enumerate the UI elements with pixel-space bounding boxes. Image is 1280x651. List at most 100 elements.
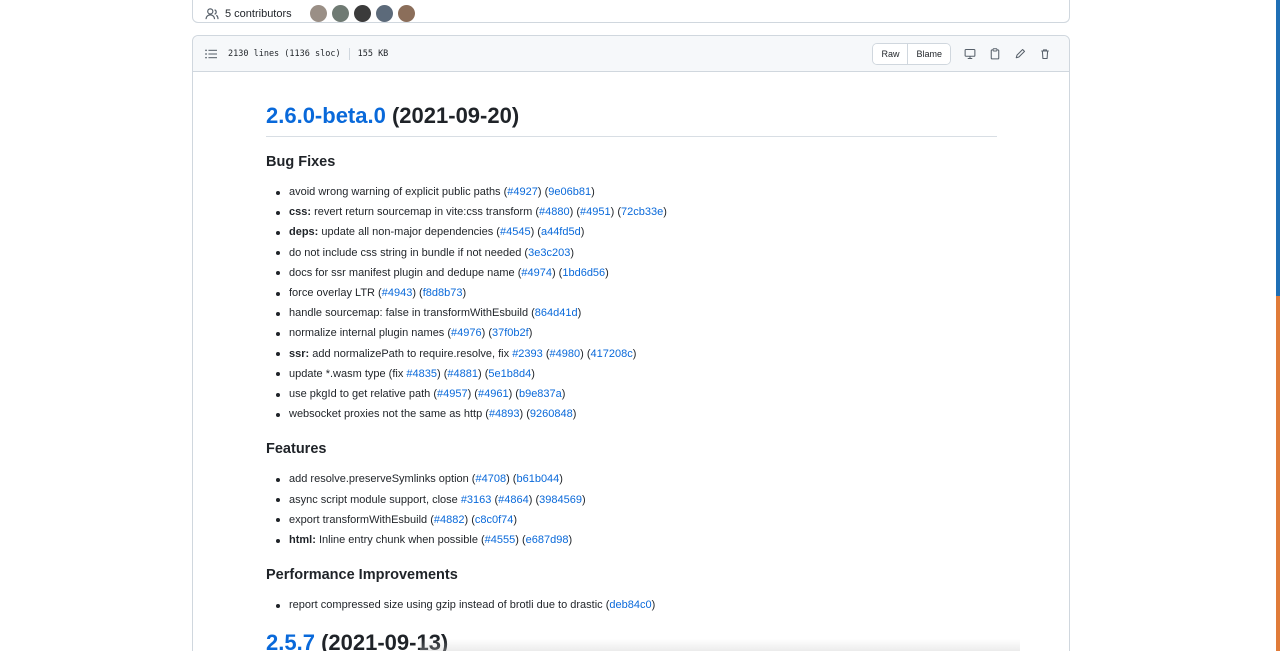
item-text: ) xyxy=(580,226,585,239)
commit-link[interactable]: 3984569 xyxy=(539,494,582,506)
avatar[interactable] xyxy=(397,5,415,22)
scope-label: deps: xyxy=(289,226,319,239)
issue-link[interactable]: #4976 xyxy=(451,327,482,339)
list-item: update *.wasm type (fix #4835) (#4881) (… xyxy=(266,364,997,384)
commit-link[interactable]: b61b044 xyxy=(516,473,559,485)
item-text: ) ( xyxy=(551,266,563,279)
blame-button[interactable]: Blame xyxy=(907,43,950,64)
list-item: normalize internal plugin names (#4976) … xyxy=(266,323,997,343)
issue-link[interactable]: #4708 xyxy=(475,473,506,485)
raw-button[interactable]: Raw xyxy=(873,43,908,64)
avatar[interactable] xyxy=(375,5,393,22)
commit-link[interactable]: 417208c xyxy=(591,348,633,360)
scope-label: html: xyxy=(289,534,316,547)
commit-link[interactable]: 5e1b8d4 xyxy=(488,368,531,380)
issue-link[interactable]: #4880 xyxy=(539,206,570,218)
file-header: 2130 lines (1136 sloc) 155 KB Raw Blame xyxy=(193,36,1069,72)
item-text: ) ( xyxy=(506,473,517,486)
commit-link[interactable]: 37f0b2f xyxy=(492,327,529,339)
contributors-row[interactable]: 5 contributors xyxy=(205,5,415,22)
issue-link[interactable]: #4957 xyxy=(437,388,468,400)
commit-link[interactable]: 9260848 xyxy=(530,408,573,420)
scope-label: ssr: xyxy=(289,347,310,360)
release-sections: Bug Fixes avoid wrong warning of explicit… xyxy=(266,154,997,615)
item-text: ) ( xyxy=(569,206,581,219)
item-text: ) ( xyxy=(537,186,549,198)
issue-link[interactable]: #4835 xyxy=(406,368,437,380)
issue-link[interactable]: #4951 xyxy=(580,206,611,218)
contributor-avatars xyxy=(309,5,415,22)
item-text: ) xyxy=(570,246,574,259)
item-text: ) ( xyxy=(436,367,448,380)
list-item: docs for ssr manifest plugin and dedupe … xyxy=(266,263,997,283)
section-heading: Bug Fixes xyxy=(266,154,336,170)
list-unordered-icon[interactable] xyxy=(205,48,217,59)
list-item: handle sourcemap: false in transformWith… xyxy=(266,303,997,323)
list-item: do not include css string in bundle if n… xyxy=(266,243,997,263)
contributors-count[interactable]: 5 contributors xyxy=(225,8,292,20)
commit-link[interactable]: 9e06b81 xyxy=(548,186,591,198)
trash-icon[interactable] xyxy=(1032,44,1057,64)
issue-link[interactable]: #4882 xyxy=(434,514,465,526)
item-text: ) xyxy=(663,206,667,219)
window-edge-accent xyxy=(1276,0,1280,296)
item-text: ) xyxy=(559,473,563,486)
issue-link[interactable]: #4961 xyxy=(478,388,509,400)
item-text: ) ( xyxy=(464,513,475,526)
item-text: ) ( xyxy=(515,534,526,547)
issue-link[interactable]: #4555 xyxy=(485,534,516,546)
display-icon[interactable] xyxy=(957,44,982,64)
item-text: add normalizePath to require.resolve, fi… xyxy=(309,347,513,360)
item-text: ) ( xyxy=(610,206,622,219)
list-item: async script module support, close #3163… xyxy=(266,490,997,510)
release-heading: 2.6.0-beta.0 (2021-09-20) xyxy=(266,100,997,137)
issue-link[interactable]: #4545 xyxy=(500,226,531,238)
commit-link[interactable]: e687d98 xyxy=(526,534,569,546)
file-actions: Raw Blame xyxy=(872,42,1057,65)
copy-icon[interactable] xyxy=(982,44,1007,64)
commit-link[interactable]: 3e3c203 xyxy=(528,247,570,259)
release-version-link[interactable]: 2.6.0-beta.0 xyxy=(266,103,386,128)
commit-link[interactable]: c8c0f74 xyxy=(475,514,514,526)
list-item: html: Inline entry chunk when possible (… xyxy=(266,530,997,550)
item-text: force overlay LTR ( xyxy=(289,287,382,300)
item-text: ) ( xyxy=(481,327,493,340)
item-text: update *.wasm type (fix xyxy=(289,367,407,380)
issue-link[interactable]: #3163 xyxy=(461,494,492,506)
item-text: normalize internal plugin names ( xyxy=(289,327,452,340)
item-text: ) ( xyxy=(508,388,519,401)
issue-link[interactable]: #4893 xyxy=(489,408,520,420)
list-item: css: revert return sourcemap in vite:css… xyxy=(266,202,997,222)
item-text: ) xyxy=(605,266,609,279)
pencil-icon[interactable] xyxy=(1007,44,1032,64)
issue-link[interactable]: #4943 xyxy=(382,287,413,299)
item-text: handle sourcemap: false in transformWith… xyxy=(289,307,535,320)
issue-link[interactable]: #2393 xyxy=(512,348,543,360)
issue-link[interactable]: #4974 xyxy=(521,267,552,279)
commit-link[interactable]: b9e837a xyxy=(519,388,562,400)
next-release-version-link[interactable]: 2.5.7 xyxy=(266,630,315,651)
commit-link[interactable]: 1bd6d56 xyxy=(562,267,605,279)
change-list: report compressed size using gzip instea… xyxy=(266,595,997,615)
section-heading: Features xyxy=(266,441,327,458)
contributors-card: 5 contributors xyxy=(192,0,1070,23)
issue-link[interactable]: #4864 xyxy=(498,494,529,506)
divider xyxy=(348,47,350,60)
commit-link[interactable]: 864d41d xyxy=(535,307,578,319)
item-text: ) xyxy=(561,388,566,401)
item-text: docs for ssr manifest plugin and dedupe … xyxy=(289,266,522,279)
issue-link[interactable]: #4881 xyxy=(447,368,478,380)
commit-link[interactable]: a44fd5d xyxy=(541,226,581,238)
commit-link[interactable]: 72cb33e xyxy=(621,206,663,218)
section-heading: Performance Improvements xyxy=(266,567,458,584)
issue-link[interactable]: #4927 xyxy=(507,186,538,198)
commit-link[interactable]: f8d8b73 xyxy=(423,287,463,299)
avatar[interactable] xyxy=(331,5,349,22)
avatar[interactable] xyxy=(309,5,327,22)
item-text: update all non-major dependencies ( xyxy=(318,226,500,239)
issue-link[interactable]: #4980 xyxy=(550,348,581,360)
item-text: async script module support, close xyxy=(289,493,461,506)
commit-link[interactable]: deb84c0 xyxy=(609,599,651,611)
avatar[interactable] xyxy=(353,5,371,22)
item-text: ) ( xyxy=(477,367,489,380)
